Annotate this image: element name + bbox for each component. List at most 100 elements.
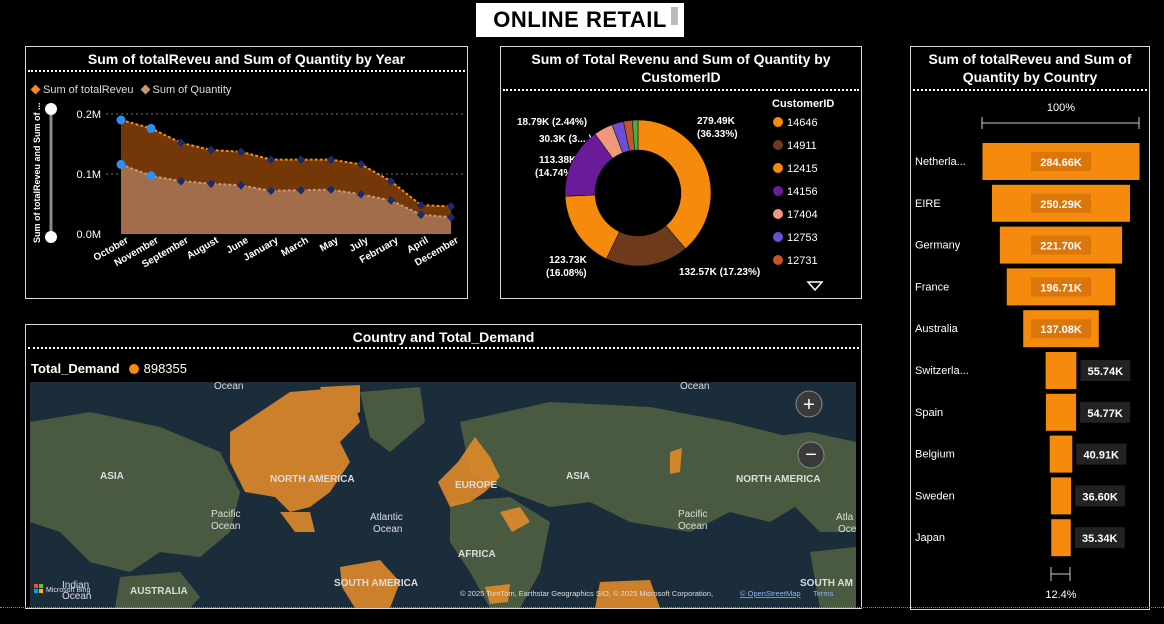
map-label: Oce [838,524,856,535]
minus-icon: − [805,444,817,466]
country-funnel-chart[interactable]: 100% 12.4% Netherla... 284.66K EIRE 250.29K… [911,47,1149,609]
legend-item[interactable]: 14646 [787,117,818,129]
bing-logo-text: Microsoft Bing [46,587,90,594]
country-chart-panel[interactable]: Sum of totalReveu and Sum of Quantity by… [910,46,1150,610]
year-area-chart[interactable]: Sum of totalReveu and Sum of ... 0.2M 0.… [26,47,467,298]
data-label: 30.3K (3....) [539,134,592,145]
value-label: 35.34K [1082,533,1118,545]
y-tick-label: 0.2M [77,109,101,121]
legend-scroll-down-icon[interactable] [806,281,824,292]
map-label: NORTH AMERICA [270,474,355,485]
year-chart-panel[interactable]: Sum of totalReveu and Sum of Quantity by… [25,46,468,299]
funnel-bar[interactable] [1050,477,1072,515]
map-label: Pacific [678,509,707,520]
legend-item[interactable]: 12415 [787,163,818,175]
data-point[interactable] [146,123,156,133]
legend-marker [773,232,783,242]
map-label: AUSTRALIA [130,586,188,597]
x-tick-label: August [185,235,221,262]
map-label: NORTH AMERICA [736,474,821,485]
world-map[interactable]: Ocean Ocean ASIA NORTH AMERICA EUROPE AS… [30,382,856,608]
legend-item[interactable]: 12731 [787,255,818,267]
data-label: (16.08%) [546,268,587,279]
dashboard-title: ONLINE RETAIL [476,3,684,37]
x-tick-label: January [242,235,281,264]
map-label: Atla [836,512,854,523]
map-panel-title: Country and Total_Demand [352,329,535,345]
map-label: EUROPE [455,480,498,491]
legend-item[interactable]: 12753 [787,232,818,244]
customer-donut-chart[interactable]: 279.49K (36.33%) 132.57K (17.23%) 123.73… [501,47,861,298]
funnel-bar[interactable] [1045,393,1077,431]
legend-item[interactable]: 17404 [787,209,818,221]
map-label: Atlantic [370,512,403,523]
value-label: 40.91K [1084,450,1120,462]
country-label: Sweden [915,490,955,502]
map-legend-label: Total_Demand [31,361,120,376]
funnel-bar[interactable] [1051,519,1071,557]
y-tick-label: 0.1M [77,169,101,181]
data-label: (36.33%) [697,129,738,140]
top-percent-label: 100% [1047,102,1075,114]
y-range-slider-handle-top[interactable] [45,103,57,115]
value-label: 137.08K [1040,324,1082,336]
legend-item[interactable]: 14911 [787,140,817,152]
map-label: ASIA [100,471,124,482]
zoom-in-button[interactable]: + [795,390,823,418]
map-panel[interactable]: Country and Total_Demand Total_Demand 89… [25,324,862,609]
bing-logo-square-3 [34,589,38,593]
country-label: Spain [915,407,943,419]
country-label: Germany [915,240,961,252]
country-label: Netherla... [915,156,966,168]
value-label: 54.77K [1087,408,1123,420]
legend-marker [773,186,783,196]
map-label: ASIA [566,471,590,482]
bottom-range-bracket [1050,567,1071,581]
y-axis-label: Sum of totalReveu and Sum of ... [32,102,42,243]
y-tick-label: 0.0M [77,229,101,241]
bottom-divider [0,607,1164,608]
customer-chart-panel[interactable]: Sum of Total Revenu and Sum of Quantity … [500,46,862,299]
funnel-bar[interactable] [1045,352,1077,389]
map-label: AFRICA [458,549,496,560]
legend-item[interactable]: 14156 [787,186,818,198]
data-point[interactable] [146,171,156,181]
dashboard-title-text: ONLINE RETAIL [493,7,667,32]
legend-marker [773,163,783,173]
data-point[interactable] [116,159,126,169]
legend-marker [773,117,783,127]
y-range-slider-handle-bottom[interactable] [45,231,57,243]
title-accent-bar [671,7,678,25]
customer-legend-title: CustomerID [772,98,834,110]
map-label: Ocean [214,382,243,392]
value-label: 221.70K [1040,241,1082,253]
bing-logo-square-4 [39,589,43,593]
country-label: EIRE [915,198,941,210]
country-label: Belgium [915,449,955,461]
data-point[interactable] [116,115,126,125]
map-label: SOUTH AM [800,578,853,589]
map-label: Ocean [680,382,709,392]
map-label: Ocean [211,521,240,532]
bing-logo-square-2 [39,584,43,588]
legend-dot-icon [128,363,139,374]
data-label: 18.79K (2.44%) [517,117,587,128]
value-label: 284.66K [1040,157,1082,169]
country-label: Australia [915,323,959,335]
plus-icon: + [803,394,815,416]
value-label: 55.74K [1088,366,1124,378]
value-label: 250.29K [1040,199,1082,211]
funnel-bar[interactable] [1049,435,1073,473]
map-copyright: © 2025 TomTom, Earthstar Geographics SIO… [460,589,713,598]
map-label: Ocean [373,524,402,535]
data-label: 132.57K (17.23%) [679,267,760,278]
data-label: 279.49K [697,116,736,127]
x-tick-label: March [279,235,310,259]
value-label: 196.71K [1040,282,1082,294]
osm-link[interactable]: © OpenStreetMap [740,589,801,598]
top-range-bracket [981,117,1140,129]
legend-marker [773,255,783,265]
donut-slice[interactable] [564,194,620,260]
zoom-out-button[interactable]: − [797,441,825,469]
terms-link[interactable]: Terms [813,589,834,598]
